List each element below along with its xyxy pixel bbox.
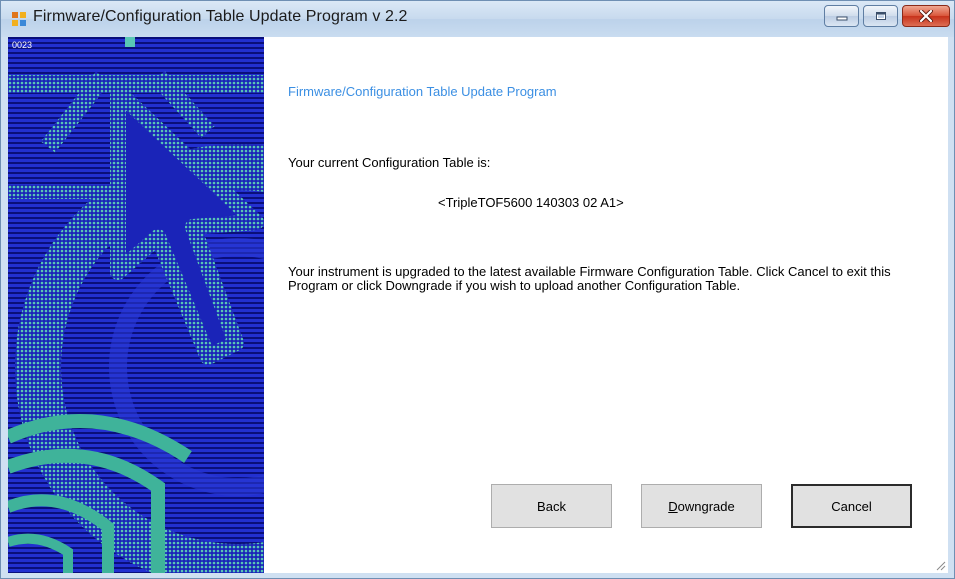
close-icon [919,10,933,22]
dialog-heading: Firmware/Configuration Table Update Prog… [288,84,557,99]
title-bar[interactable]: Firmware/Configuration Table Update Prog… [1,1,954,37]
close-button[interactable] [902,5,950,27]
maximize-icon [875,12,886,20]
status-message: Your instrument is upgraded to the lates… [288,264,891,293]
minimize-icon [836,16,847,21]
back-button[interactable]: Back [491,484,612,528]
config-table-value: <TripleTOF5600 140303 02 A1> [438,195,624,210]
window-title: Firmware/Configuration Table Update Prog… [33,8,408,25]
cursor-graphic: 0023 [8,37,264,573]
dialog-client-area: 0023 Firmware/Configuration Table Update… [8,37,948,573]
cancel-button[interactable]: Cancel [791,484,912,528]
side-banner-image: 0023 [8,37,264,573]
resize-grip-icon[interactable] [934,559,946,571]
downgrade-mnemonic: D [668,498,678,514]
dialog-window: Firmware/Configuration Table Update Prog… [0,0,955,579]
downgrade-button[interactable]: Downgrade [641,484,762,528]
app-window-icon [12,12,26,26]
downgrade-label: owngrade [677,498,735,514]
minimize-button[interactable] [824,5,859,27]
maximize-button[interactable] [863,5,898,27]
current-config-label: Your current Configuration Table is: [288,155,491,170]
side-panel-corner-label: 0023 [12,40,32,50]
